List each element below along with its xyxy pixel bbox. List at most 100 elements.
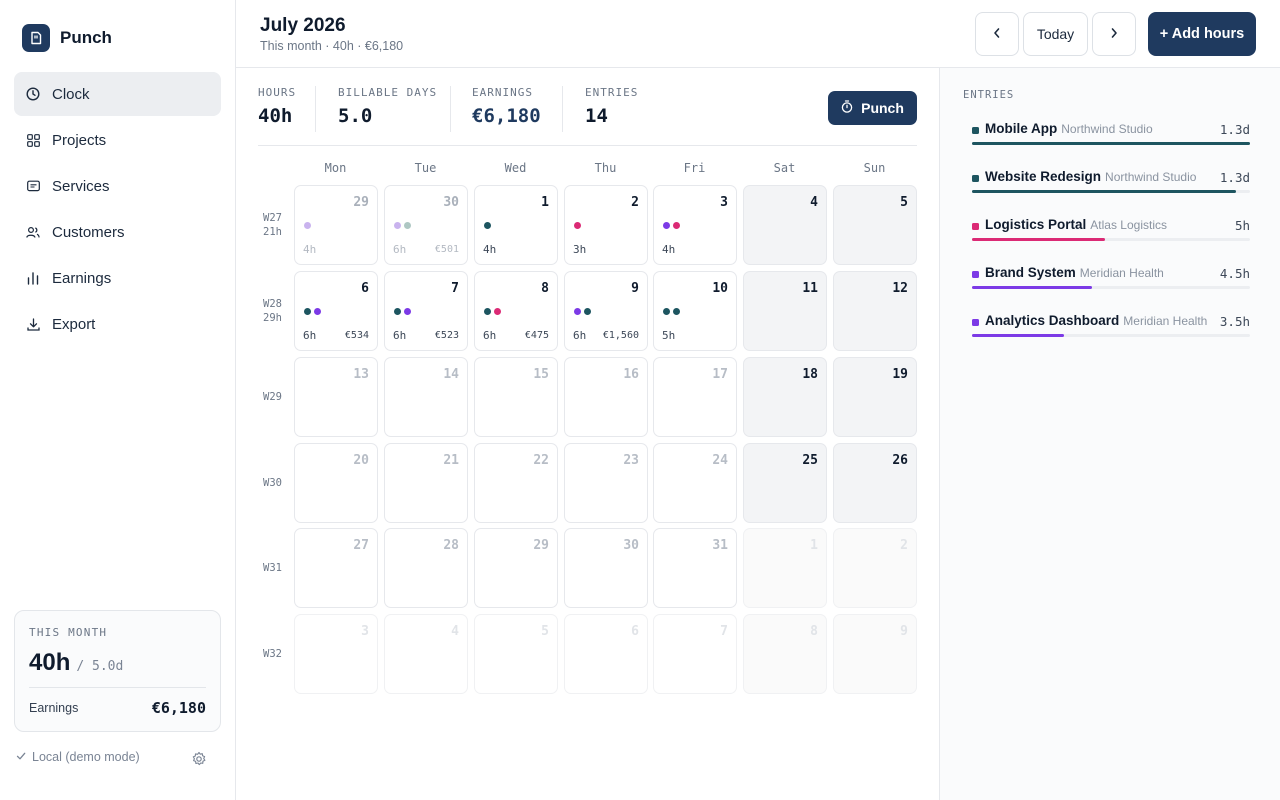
weekday-label: Fri	[683, 161, 706, 175]
entry-row[interactable]: Brand System Meridian Health 4.5h	[972, 265, 1250, 305]
day-cell[interactable]: 16	[564, 357, 648, 437]
day-cell[interactable]: 1 4h	[474, 185, 558, 265]
day-cell[interactable]: 7 6h €523	[384, 271, 468, 351]
day-number: 5	[541, 624, 549, 639]
week-number: W28	[263, 298, 282, 310]
entry-amount: 4.5h	[1219, 266, 1250, 281]
day-cell[interactable]: 2	[833, 528, 917, 608]
month-days: / 5.0d	[76, 659, 124, 674]
project-dot	[494, 308, 501, 315]
app-name: Punch	[60, 28, 112, 47]
day-cell[interactable]: 25	[743, 443, 827, 523]
day-earnings: €534	[344, 330, 369, 341]
entry-row[interactable]: Logistics Portal Atlas Logistics 5h	[972, 217, 1250, 257]
nav-item-customers[interactable]: Customers	[14, 210, 221, 254]
stat-hours: HOURS 40h	[258, 86, 296, 130]
week-label: W27 21h	[263, 211, 282, 239]
week-hours: 29h	[263, 312, 282, 324]
day-cell[interactable]: 30 6h €501	[384, 185, 468, 265]
day-cell[interactable]: 17	[653, 357, 737, 437]
day-cell[interactable]: 7	[653, 614, 737, 694]
day-cell[interactable]: 31	[653, 528, 737, 608]
day-cell[interactable]: 14	[384, 357, 468, 437]
day-number: 10	[712, 281, 728, 296]
entry-row[interactable]: Analytics Dashboard Meridian Health 3.5h	[972, 313, 1250, 353]
day-cell[interactable]: 6 6h €534	[294, 271, 378, 351]
day-cell[interactable]: 28	[384, 528, 468, 608]
today-button[interactable]: Today	[1023, 12, 1088, 56]
prev-month-button[interactable]	[975, 12, 1019, 56]
day-number: 7	[451, 281, 459, 296]
day-cell[interactable]: 3	[294, 614, 378, 694]
day-number: 25	[802, 453, 818, 468]
punch-button[interactable]: Punch	[828, 91, 917, 125]
entry-progress-fill	[972, 286, 1092, 289]
day-cell[interactable]: 30	[564, 528, 648, 608]
day-number: 5	[900, 195, 908, 210]
day-cell[interactable]: 6	[564, 614, 648, 694]
month-card-label: THIS MONTH	[29, 626, 108, 639]
day-number: 19	[892, 367, 908, 382]
nav-item-export[interactable]: Export	[14, 302, 221, 346]
day-cell[interactable]: 11	[743, 271, 827, 351]
weekday-label: Thu	[594, 161, 617, 175]
day-cell[interactable]: 29	[474, 528, 558, 608]
punch-card-icon	[22, 24, 50, 52]
day-cell[interactable]: 8 6h €475	[474, 271, 558, 351]
day-cell[interactable]: 5	[833, 185, 917, 265]
day-cell[interactable]: 1	[743, 528, 827, 608]
day-cell[interactable]: 12	[833, 271, 917, 351]
day-cell[interactable]: 22	[474, 443, 558, 523]
grid-icon	[26, 133, 40, 147]
weekday-label: Tue	[414, 161, 437, 175]
project-dot	[304, 308, 311, 315]
settings-gear-icon[interactable]	[191, 751, 207, 767]
day-cell[interactable]: 13	[294, 357, 378, 437]
entry-row[interactable]: Website Redesign Northwind Studio 1.3d	[972, 169, 1250, 209]
nav-item-clock[interactable]: Clock	[14, 72, 221, 116]
storage-mode-label: Local (demo mode)	[32, 750, 140, 764]
entry-row[interactable]: Mobile App Northwind Studio 1.3d	[972, 121, 1250, 161]
page-subtitle: This month · 40h · €6,180	[260, 39, 404, 53]
day-cell[interactable]: 21	[384, 443, 468, 523]
nav-item-services[interactable]: Services	[14, 164, 221, 208]
day-cell[interactable]: 5	[474, 614, 558, 694]
nav-item-earnings[interactable]: Earnings	[14, 256, 221, 300]
day-number: 3	[361, 624, 369, 639]
week-hours: 21h	[263, 226, 282, 238]
day-cell[interactable]: 18	[743, 357, 827, 437]
entry-progress-track	[972, 286, 1250, 289]
next-month-button[interactable]	[1092, 12, 1136, 56]
day-cell[interactable]: 3 4h	[653, 185, 737, 265]
day-cell[interactable]: 29 4h	[294, 185, 378, 265]
day-cell[interactable]: 10 5h	[653, 271, 737, 351]
day-cell[interactable]: 4	[384, 614, 468, 694]
day-hours: 6h	[483, 329, 497, 342]
day-cell[interactable]: 4	[743, 185, 827, 265]
day-number: 13	[353, 367, 369, 382]
add-hours-button[interactable]: + Add hours	[1148, 12, 1256, 56]
day-cell[interactable]: 9 6h €1,560	[564, 271, 648, 351]
day-cell[interactable]: 2 3h	[564, 185, 648, 265]
stat-label: EARNINGS	[472, 86, 533, 99]
day-cell[interactable]: 27	[294, 528, 378, 608]
brand[interactable]: Punch	[22, 24, 112, 52]
entry-name: Analytics Dashboard Meridian Health	[985, 313, 1208, 328]
entries-panel: ENTRIES Mobile App Northwind Studio 1.3d We…	[939, 68, 1280, 800]
day-cell[interactable]: 8	[743, 614, 827, 694]
sidebar: Punch Clock Projects Services Customers	[0, 0, 236, 800]
entry-progress-fill	[972, 334, 1064, 337]
nav-item-projects[interactable]: Projects	[14, 118, 221, 162]
day-cell[interactable]: 20	[294, 443, 378, 523]
day-cell[interactable]: 15	[474, 357, 558, 437]
day-cell[interactable]: 23	[564, 443, 648, 523]
day-cell[interactable]: 19	[833, 357, 917, 437]
day-number: 8	[810, 624, 818, 639]
day-cell[interactable]: 26	[833, 443, 917, 523]
day-number: 12	[892, 281, 908, 296]
week-number: W32	[263, 648, 282, 660]
day-number: 16	[623, 367, 639, 382]
day-number: 20	[353, 453, 369, 468]
day-cell[interactable]: 24	[653, 443, 737, 523]
day-cell[interactable]: 9	[833, 614, 917, 694]
